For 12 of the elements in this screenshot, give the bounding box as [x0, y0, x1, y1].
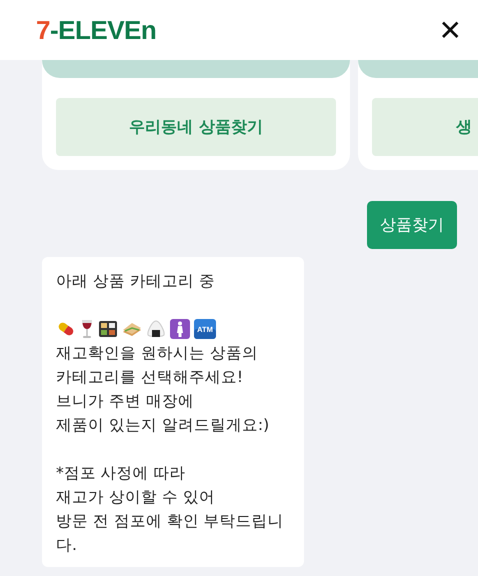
wine-glass-icon	[80, 319, 94, 339]
woman-sign-icon	[170, 319, 190, 339]
user-message[interactable]: 상품찾기	[367, 201, 457, 249]
message-text: 재고확인을 원하시는 상품의 카테고리를 선택해주세요! 브니가 주변 매장에 제품이 있는지 알려드릴게요:)	[56, 343, 270, 436]
message-text: 아래 상품 카테고리 중	[56, 271, 216, 292]
logo-number: 7	[36, 14, 50, 46]
card-button[interactable]: 생	[372, 98, 478, 156]
close-button[interactable]: ✕	[432, 14, 468, 46]
bento-box-icon	[98, 319, 118, 339]
notice-text: *점포 사정에 따라 재고가 상이할 수 있어 방문 전 점포에 확인 부탁드립니다.	[56, 463, 285, 556]
card-button[interactable]: 우리동네 상품찾기	[56, 98, 336, 156]
logo-text: -ELEVEn	[50, 14, 156, 46]
